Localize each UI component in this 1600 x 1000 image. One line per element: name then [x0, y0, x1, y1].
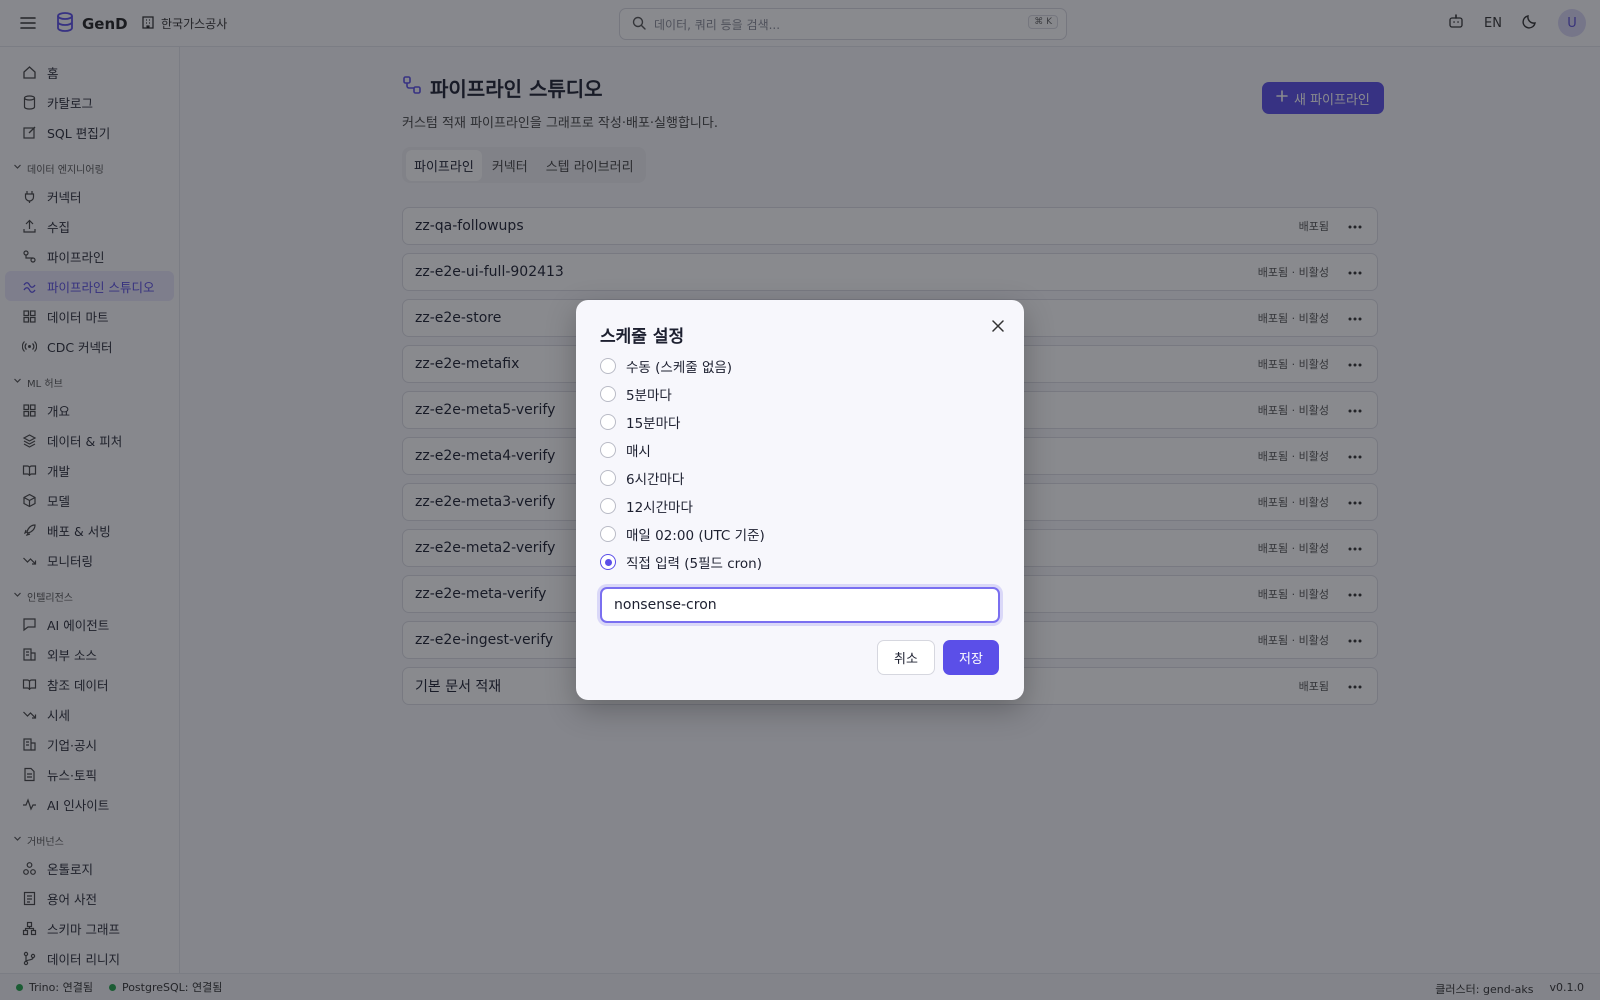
cancel-button[interactable]: 취소 — [877, 640, 935, 675]
option-label: 수동 (스케줄 없음) — [626, 360, 733, 376]
radio-button-selected[interactable] — [600, 554, 616, 570]
radio-button[interactable] — [600, 442, 616, 458]
option-label: 12시간마다 — [626, 500, 693, 516]
radio-button[interactable] — [600, 386, 616, 402]
schedule-option-15min[interactable]: 15분마다 — [600, 408, 765, 436]
schedule-option-5min[interactable]: 5분마다 — [600, 380, 765, 408]
radio-button[interactable] — [600, 470, 616, 486]
dialog-title: 스케줄 설정 — [600, 327, 685, 347]
option-label: 매일 02:00 (UTC 기준) — [626, 528, 765, 544]
schedule-option-hourly[interactable]: 매시 — [600, 436, 765, 464]
option-label: 5분마다 — [626, 388, 672, 404]
radio-button[interactable] — [600, 526, 616, 542]
option-label: 직접 입력 (5필드 cron) — [626, 556, 763, 572]
radio-button[interactable] — [600, 498, 616, 514]
schedule-option-daily[interactable]: 매일 02:00 (UTC 기준) — [600, 520, 765, 548]
cron-expression-input[interactable] — [600, 587, 1000, 623]
radio-button[interactable] — [600, 358, 616, 374]
save-button[interactable]: 저장 — [943, 640, 999, 675]
schedule-dialog: 스케줄 설정 수동 (스케줄 없음) 5분마다 15분마다 매시 6시간마다 1… — [576, 300, 1024, 700]
schedule-option-custom-cron[interactable]: 직접 입력 (5필드 cron) — [600, 548, 765, 576]
option-label: 15분마다 — [626, 416, 681, 432]
schedule-options: 수동 (스케줄 없음) 5분마다 15분마다 매시 6시간마다 12시간마다 매… — [600, 352, 765, 576]
schedule-option-12hours[interactable]: 12시간마다 — [600, 492, 765, 520]
close-icon[interactable] — [988, 316, 1008, 336]
option-label: 매시 — [626, 444, 651, 460]
schedule-option-manual[interactable]: 수동 (스케줄 없음) — [600, 352, 765, 380]
radio-button[interactable] — [600, 414, 616, 430]
schedule-option-6hours[interactable]: 6시간마다 — [600, 464, 765, 492]
option-label: 6시간마다 — [626, 472, 685, 488]
